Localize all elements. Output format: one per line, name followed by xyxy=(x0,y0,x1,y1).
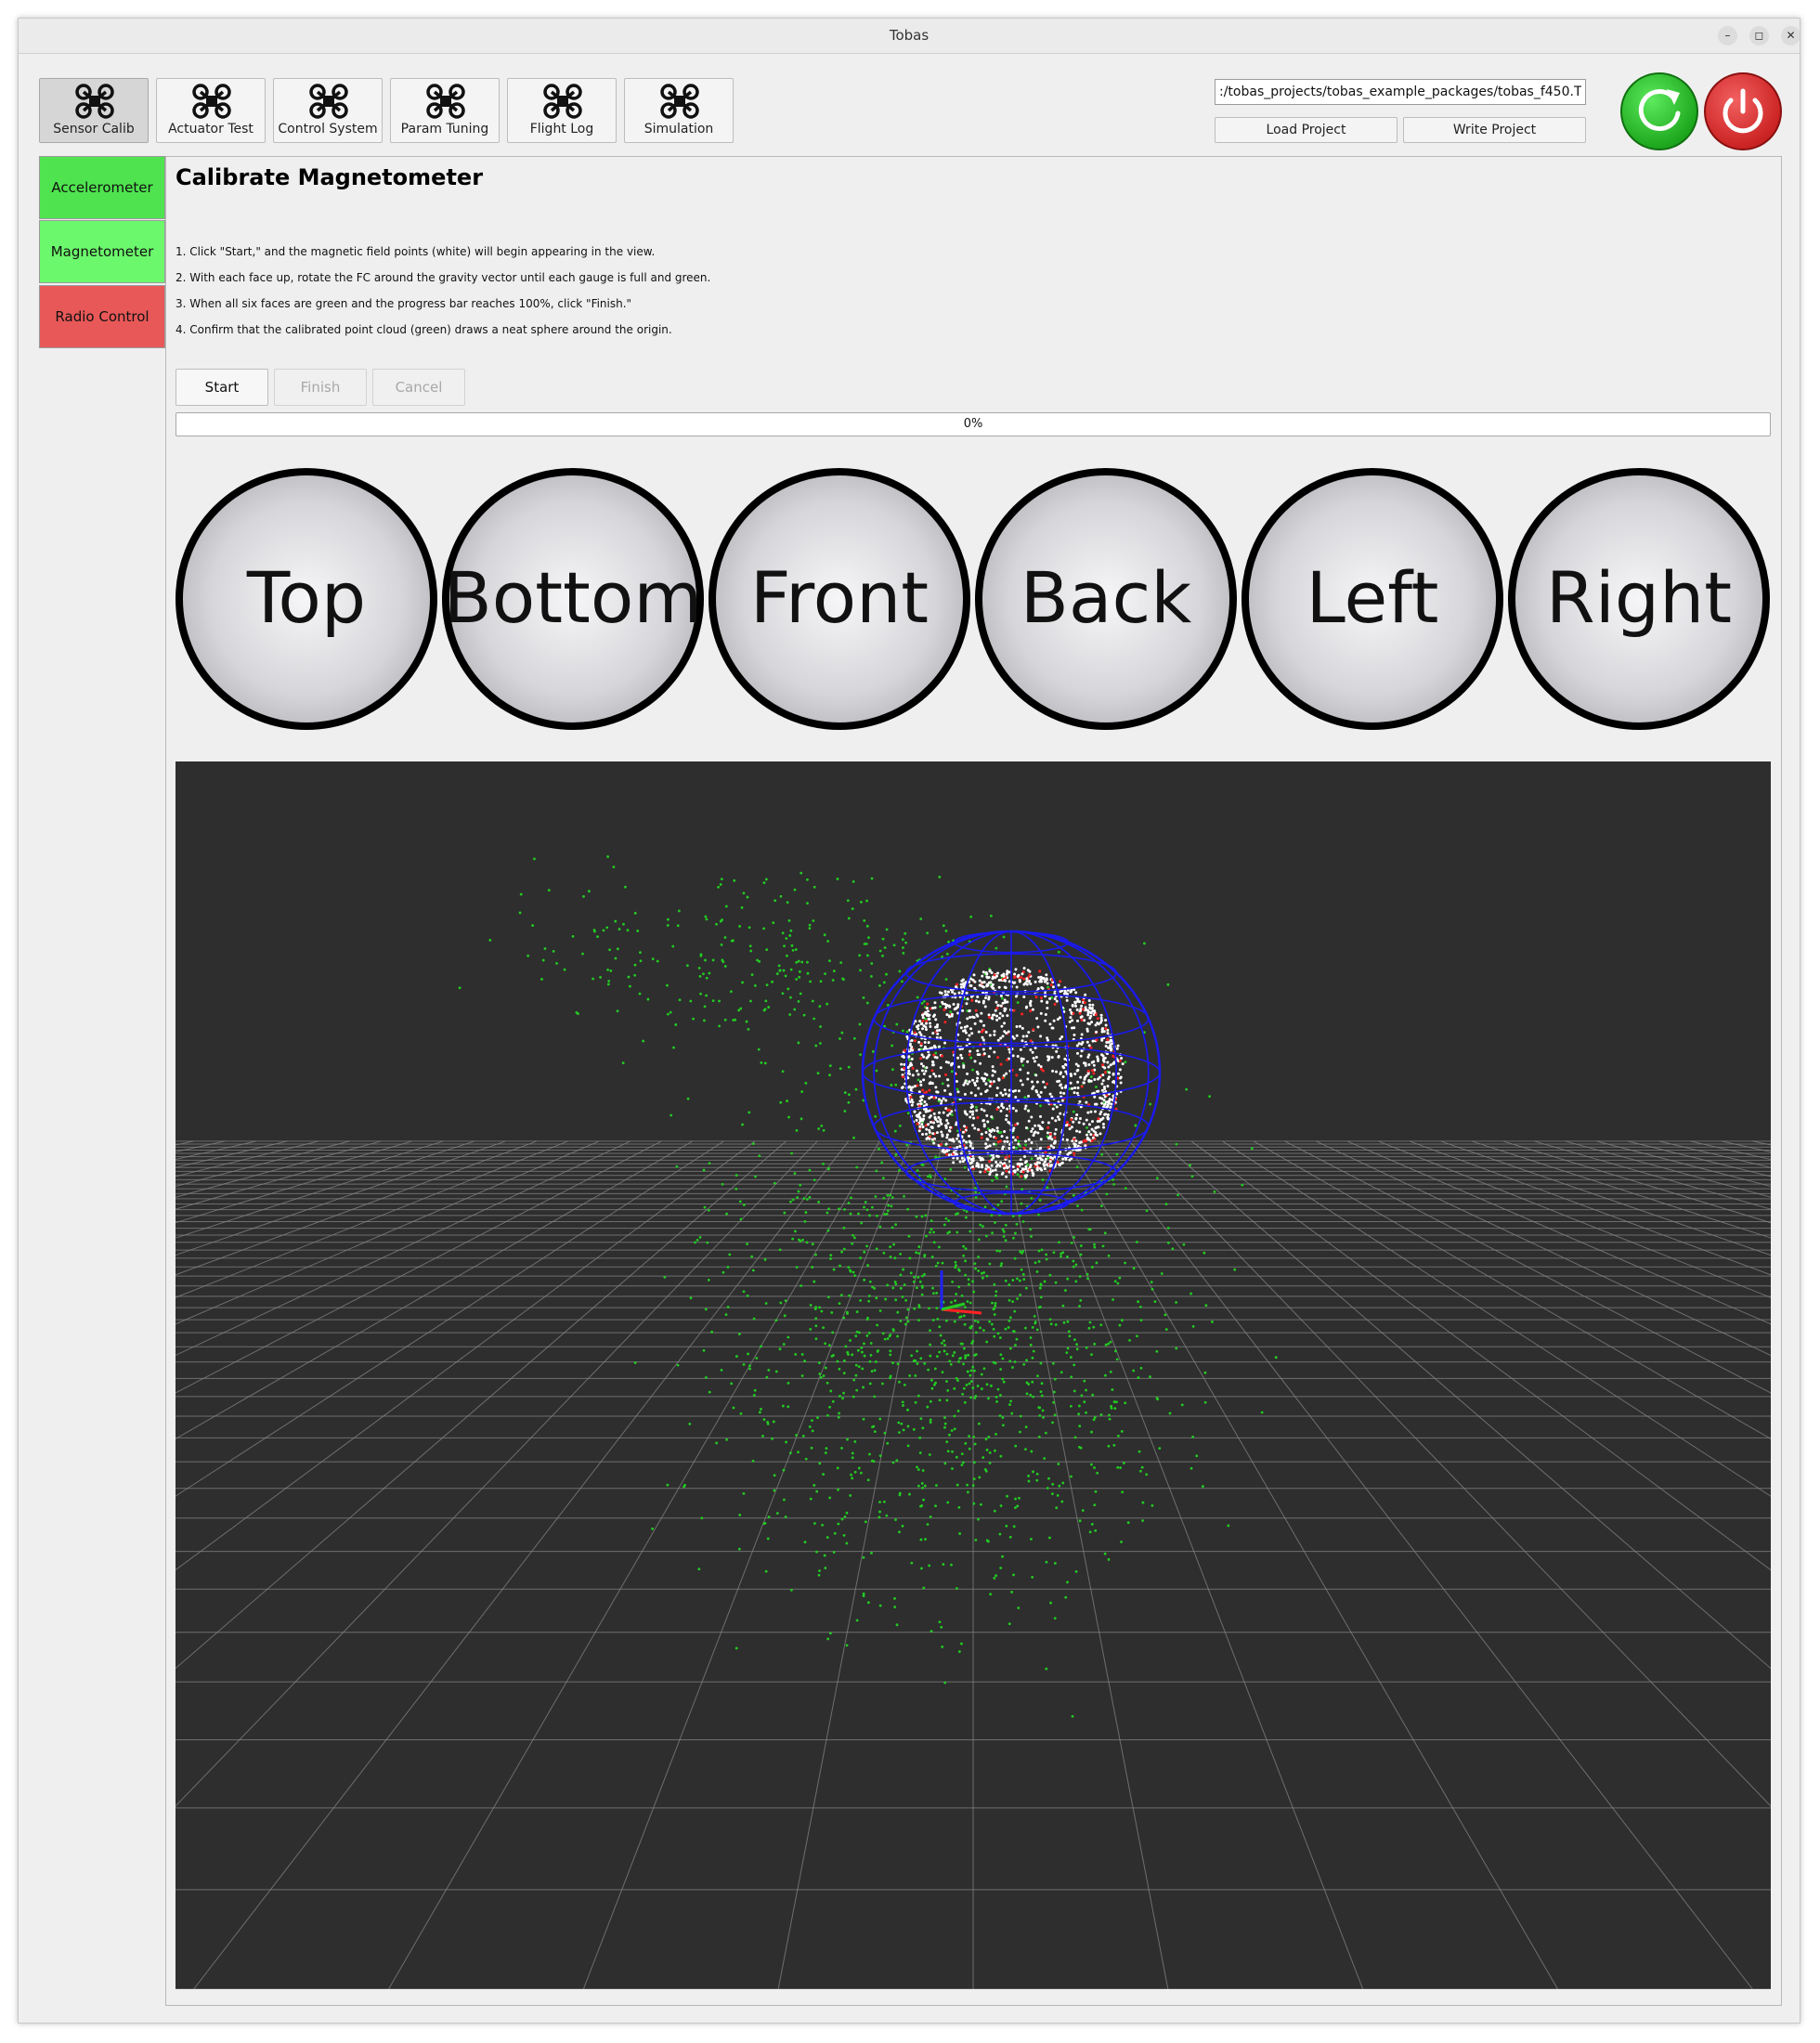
project-path-input[interactable] xyxy=(1215,79,1586,105)
tab-control-system[interactable]: Control System xyxy=(273,78,383,143)
tab-simulation[interactable]: Simulation xyxy=(624,78,734,143)
tab-label: Param Tuning xyxy=(400,122,489,137)
write-project-button[interactable]: Write Project xyxy=(1403,117,1586,143)
power-icon xyxy=(1722,88,1763,134)
window-title: Tobas xyxy=(889,27,930,44)
instruction-step-1: 1. Click "Start," and the magnetic field… xyxy=(176,245,656,258)
gauge-back: Back xyxy=(975,468,1237,730)
calibrated-point-cloud xyxy=(458,855,1278,1718)
reload-button[interactable] xyxy=(1620,72,1698,150)
origin-axes xyxy=(940,1270,982,1315)
maximize-button[interactable]: ◻ xyxy=(1749,26,1769,46)
point-cloud-scene[interactable] xyxy=(176,761,1771,1989)
gauge-label: Bottom xyxy=(443,556,703,639)
tab-flight-log[interactable]: Flight Log xyxy=(507,78,617,143)
drone-icon xyxy=(543,84,582,119)
progress-text: 0% xyxy=(963,417,983,431)
finish-button[interactable]: Finish xyxy=(274,369,367,406)
instruction-step-2: 2. With each face up, rotate the FC arou… xyxy=(176,271,711,284)
gauge-right: Right xyxy=(1508,468,1770,730)
gauge-label: Front xyxy=(749,556,930,639)
drone-icon xyxy=(426,84,465,119)
calibration-progress-bar: 0% xyxy=(176,412,1771,436)
gauge-front: Front xyxy=(708,468,970,730)
sidebar-item-accelerometer[interactable]: Accelerometer xyxy=(39,156,165,219)
load-project-button[interactable]: Load Project xyxy=(1215,117,1398,143)
sidebar-item-magnetometer[interactable]: Magnetometer xyxy=(39,220,165,283)
gauge-label: Left xyxy=(1306,556,1439,639)
title-bar[interactable]: Tobas – ◻ ✕ xyxy=(19,19,1800,54)
calibration-panel: Calibrate Magnetometer 1. Click "Start,"… xyxy=(165,156,1782,2006)
drone-icon xyxy=(75,84,114,119)
ground-grid xyxy=(176,1140,1771,1989)
3d-viewport[interactable] xyxy=(176,761,1771,1989)
cancel-button[interactable]: Cancel xyxy=(372,369,465,406)
gauge-label: Back xyxy=(1020,556,1192,639)
drone-icon xyxy=(309,84,348,119)
power-button[interactable] xyxy=(1704,72,1782,150)
drone-icon xyxy=(192,84,231,119)
tab-label: Actuator Test xyxy=(168,122,254,137)
page-title: Calibrate Magnetometer xyxy=(176,164,484,190)
tab-label: Flight Log xyxy=(529,122,594,137)
gauge-label: Top xyxy=(246,556,367,639)
sidebar-item-radio-control[interactable]: Radio Control xyxy=(39,285,165,348)
app-window: Tobas – ◻ ✕ Sensor Calib Actuator Test C… xyxy=(18,18,1800,2023)
tab-label: Sensor Calib xyxy=(53,122,135,137)
tab-sensor-calib[interactable]: Sensor Calib xyxy=(39,78,149,143)
tab-label: Control System xyxy=(278,122,378,137)
drone-icon xyxy=(660,84,699,119)
gauge-label: Right xyxy=(1545,556,1733,639)
minimize-button[interactable]: – xyxy=(1718,26,1737,46)
reload-icon xyxy=(1638,89,1681,131)
gauge-left: Left xyxy=(1242,468,1503,730)
start-button[interactable]: Start xyxy=(176,369,268,406)
tab-actuator-test[interactable]: Actuator Test xyxy=(156,78,266,143)
instruction-step-3: 3. When all six faces are green and the … xyxy=(176,297,632,310)
close-button[interactable]: ✕ xyxy=(1781,26,1800,46)
gauge-top: Top xyxy=(176,468,437,730)
tab-label: Simulation xyxy=(644,122,714,137)
instruction-step-4: 4. Confirm that the calibrated point clo… xyxy=(176,323,672,336)
gauge-bottom: Bottom xyxy=(442,468,704,730)
tab-param-tuning[interactable]: Param Tuning xyxy=(390,78,500,143)
